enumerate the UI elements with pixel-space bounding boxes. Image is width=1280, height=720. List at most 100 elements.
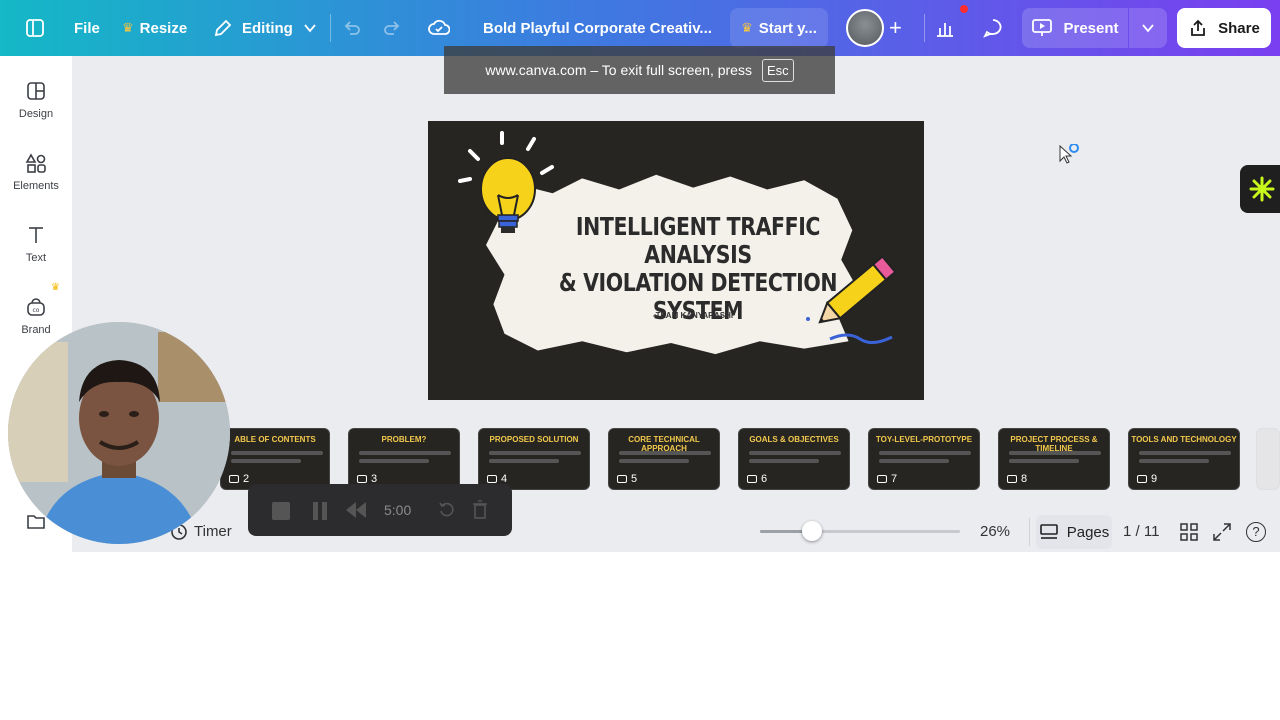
text-icon (29, 227, 43, 243)
thumbnail-page-number: 2 (229, 473, 249, 485)
svg-text:co: co (33, 307, 40, 314)
note-icon (357, 475, 367, 483)
zoom-percentage[interactable]: 26% (980, 523, 1010, 540)
crown-icon: ♛ (122, 20, 134, 35)
thumbnail-content (1139, 451, 1231, 455)
comment-icon[interactable] (982, 0, 1004, 56)
help-icon[interactable]: ? (1246, 522, 1266, 542)
thumbnail-content (1139, 459, 1209, 463)
slide-title-line: & VIOLATION DETECTION (558, 268, 838, 297)
share-upload-icon (1191, 19, 1206, 36)
add-collaborator-icon[interactable]: + (889, 0, 902, 56)
pencil-icon (214, 19, 232, 37)
insights-chart-icon[interactable] (934, 0, 956, 56)
thumbnail-number-text: 9 (1151, 473, 1158, 485)
editing-label: Editing (242, 19, 293, 37)
thumbnail-page-number: 8 (1007, 473, 1027, 485)
slide-subtitle[interactable]: -TEAM KANYARASHI (608, 311, 778, 320)
rewind-icon[interactable] (346, 502, 366, 523)
canva-editor: File ♛ Resize Editing Bold Playful Corpor… (0, 0, 1280, 720)
thumbnail-page-number: 6 (747, 473, 767, 485)
editing-mode-button[interactable]: Editing (212, 0, 317, 56)
toolbar-divider (924, 14, 925, 42)
sidebar-item-label: Design (18, 108, 54, 120)
sidebar-item-design[interactable]: Design (0, 80, 72, 120)
reset-icon[interactable] (438, 501, 456, 524)
crown-icon: ♛ (741, 20, 753, 35)
thumbnail-content (749, 451, 841, 455)
sidebar-toggle-icon[interactable] (24, 0, 46, 56)
sidebar-item-elements[interactable]: Elements (0, 152, 72, 192)
thumbnail-title: PROBLEM? (381, 435, 427, 444)
redo-icon[interactable] (382, 0, 402, 56)
sidebar-item-label: Elements (13, 180, 59, 192)
page-thumbnail[interactable]: PROPOSED SOLUTION 4 (478, 428, 590, 490)
zoom-slider-handle[interactable] (802, 521, 822, 541)
magic-apps-badge[interactable] (1240, 165, 1280, 213)
document-title-text: Bold Playful Corporate Creativ... (483, 19, 712, 37)
stop-icon[interactable] (272, 502, 290, 520)
thumbnail-title: PROPOSED SOLUTION (489, 435, 579, 444)
thumbnail-number-text: 7 (891, 473, 898, 485)
elements-icon (25, 153, 46, 173)
fullscreen-icon[interactable] (1213, 523, 1231, 546)
sidebar-item-brand[interactable]: co Brand (0, 296, 72, 336)
webcam-overlay[interactable] (8, 322, 230, 544)
zoom-slider[interactable] (760, 530, 960, 533)
page-thumbnail[interactable]: PROJECT PROCESS & TIMELINE 8 (998, 428, 1110, 490)
start-trial-label: Start y... (758, 19, 817, 37)
user-avatar[interactable] (846, 9, 884, 47)
slide-title[interactable]: INTELLIGENT TRAFFIC ANALYSIS & VIOLATION… (559, 213, 838, 325)
pages-label: Pages (1066, 523, 1110, 541)
present-button[interactable]: Present (1022, 8, 1128, 48)
note-icon (1137, 475, 1147, 483)
sidebar-item-text[interactable]: Text (0, 224, 72, 264)
present-label: Present (1063, 19, 1119, 37)
pages-button[interactable]: Pages (1036, 515, 1112, 549)
esc-key-hint: Esc (761, 58, 794, 82)
thumbnail-content (1009, 459, 1079, 463)
pages-icon (1039, 524, 1058, 539)
thumbnail-number-text: 5 (631, 473, 638, 485)
trash-icon[interactable] (472, 500, 488, 525)
thumbnail-content (619, 459, 689, 463)
resize-button[interactable]: ♛ Resize (122, 0, 187, 56)
page-thumbnail-partial[interactable] (1256, 428, 1280, 490)
undo-icon[interactable] (342, 0, 362, 56)
present-options-chevron-icon[interactable] (1129, 8, 1167, 48)
slide-canvas[interactable]: INTELLIGENT TRAFFIC ANALYSIS & VIOLATION… (428, 121, 924, 400)
presenter-video-icon (8, 322, 230, 544)
start-trial-button[interactable]: ♛ Start y... (730, 8, 828, 48)
timer-button[interactable]: Timer (194, 523, 232, 540)
resize-label: Resize (139, 19, 188, 37)
thumbnail-page-number: 5 (617, 473, 637, 485)
crown-icon: ♛ (51, 282, 60, 293)
thumbnail-content (359, 459, 429, 463)
note-icon (747, 475, 757, 483)
page-thumbnail[interactable]: TOOLS AND TECHNOLOGY 9 (1128, 428, 1240, 490)
thumbnail-content (749, 459, 819, 463)
thumbnail-content (879, 459, 949, 463)
note-icon (617, 475, 627, 483)
slide-title-line: INTELLIGENT TRAFFIC ANALYSIS (575, 212, 821, 269)
page-thumbnail[interactable]: CORE TECHNICAL APPROACH 5 (608, 428, 720, 490)
share-button[interactable]: Share (1177, 8, 1271, 48)
timer-display: 5:00 (384, 502, 412, 518)
grid-view-icon[interactable] (1180, 523, 1198, 546)
pause-icon[interactable] (312, 502, 328, 520)
thumbnail-number-text: 8 (1021, 473, 1028, 485)
file-menu-button[interactable]: File (74, 0, 100, 56)
thumbnail-title: TOOLS AND TECHNOLOGY (1131, 435, 1237, 444)
thumbnail-content (1009, 451, 1101, 455)
page-thumbnail[interactable]: TOY-LEVEL-PROTOTYPE 7 (868, 428, 980, 490)
sidebar-item-label: Text (25, 252, 47, 264)
page-thumbnail[interactable]: GOALS & OBJECTIVES 6 (738, 428, 850, 490)
share-label: Share (1218, 19, 1260, 37)
page-thumbnail[interactable]: PROBLEM? 3 (348, 428, 460, 490)
thumbnail-title: GOALS & OBJECTIVES (749, 435, 839, 444)
timer-controls: 5:00 (248, 484, 512, 536)
thumbnail-content (879, 451, 971, 455)
page-thumbnail[interactable]: ABLE OF CONTENTS 2 (220, 428, 330, 490)
brand-icon: co (27, 298, 45, 316)
thumbnail-number-text: 2 (243, 473, 250, 485)
